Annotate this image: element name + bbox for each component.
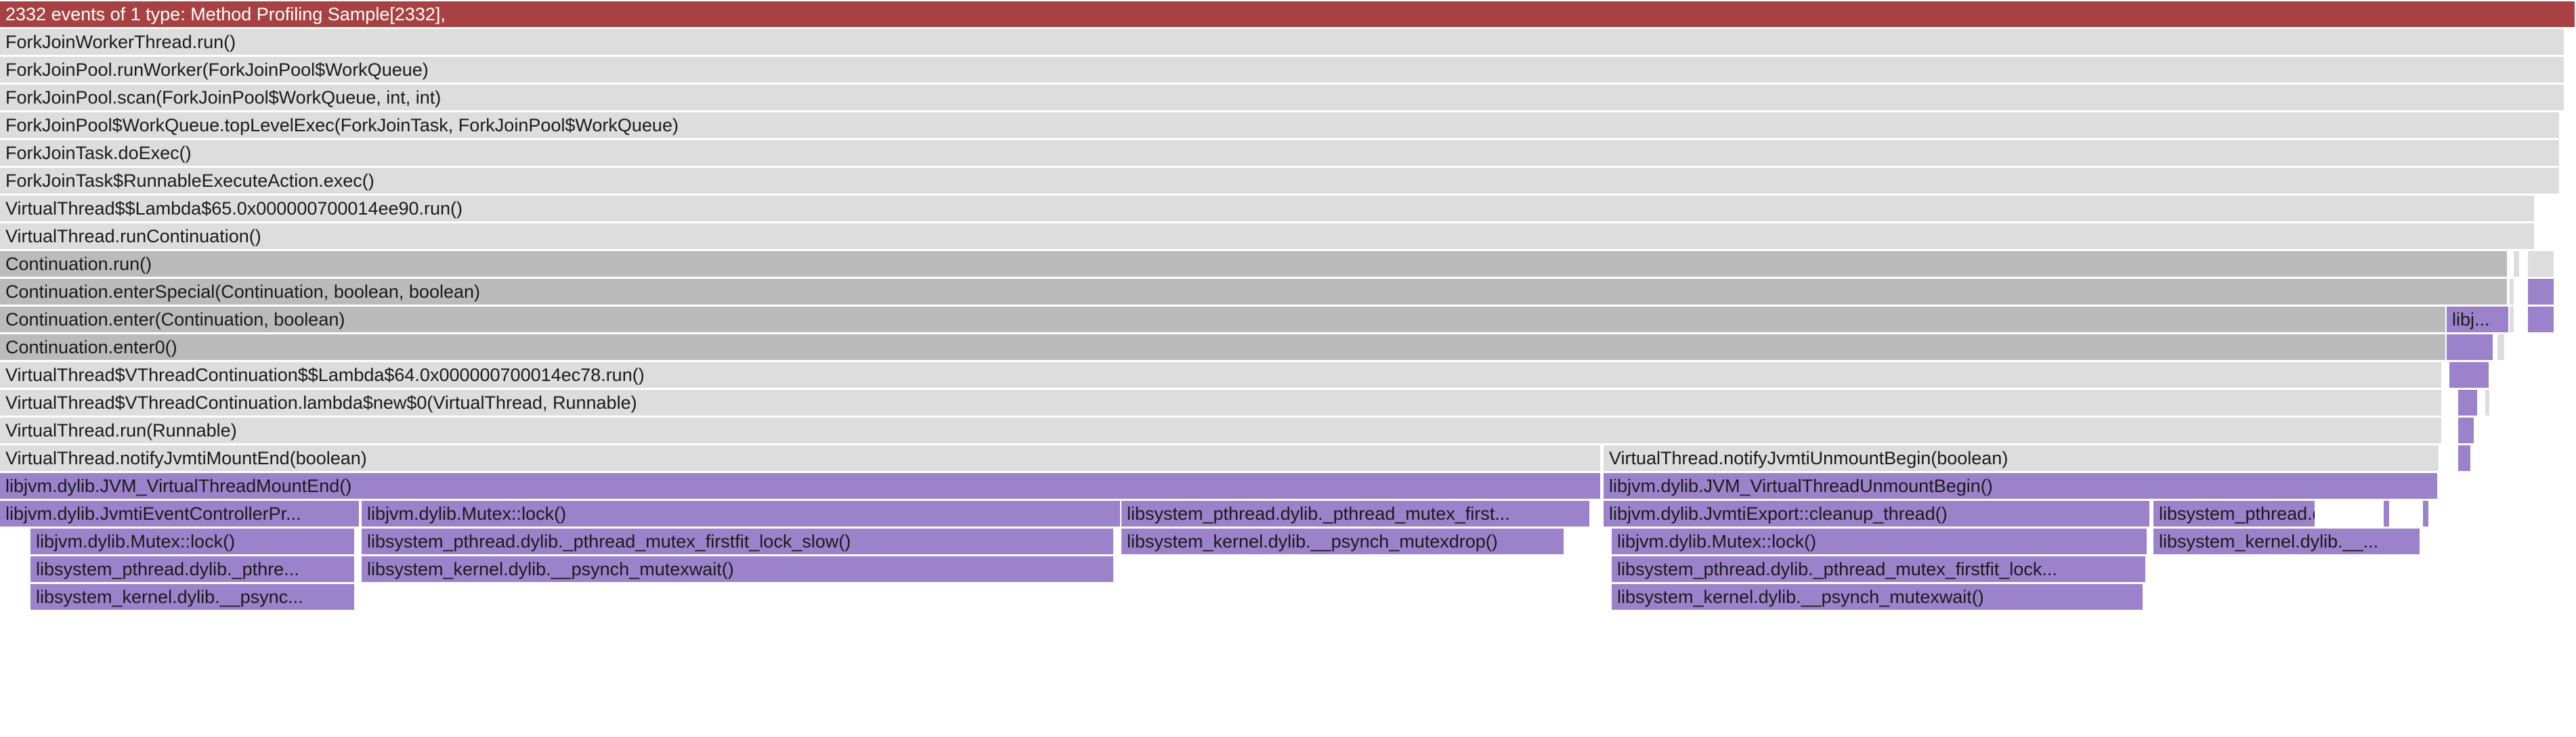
flame-frame[interactable]: libjvm.dylib.JVM_VirtualThreadMountEnd() — [0, 473, 1602, 499]
flame-frame[interactable]: libsystem_pthread.dylib._pthread_mutex_f… — [1612, 556, 2147, 582]
flame-frame[interactable]: VirtualThread$VThreadContinuation$$Lambd… — [0, 362, 2443, 388]
flame-frame[interactable] — [2447, 334, 2494, 360]
flame-frame[interactable]: libjvm.dylib.Mutex::lock() — [362, 501, 1121, 527]
flame-frame[interactable] — [2528, 251, 2555, 277]
flame-frame[interactable] — [2514, 251, 2520, 277]
flame-frame[interactable]: ForkJoinTask$RunnableExecuteAction.exec(… — [0, 168, 2560, 194]
flame-frame[interactable] — [2449, 362, 2490, 388]
flame-frame[interactable]: VirtualThread$VThreadContinuation.lambda… — [0, 390, 2443, 416]
flame-frame[interactable] — [2458, 390, 2478, 416]
flame-frame[interactable]: libsystem_pthread.dylib._pthre... — [30, 556, 356, 582]
flame-frame[interactable]: libj... — [2447, 307, 2510, 332]
flame-frame[interactable]: ForkJoinPool.runWorker(ForkJoinPool$Work… — [0, 57, 2565, 83]
flame-frame[interactable] — [2423, 501, 2430, 527]
flame-frame[interactable] — [2510, 279, 2515, 305]
flame-graph: 2332 events of 1 type: Method Profiling … — [0, 0, 2576, 737]
flame-frame[interactable] — [2458, 445, 2472, 471]
flame-frame[interactable] — [2384, 501, 2390, 527]
flame-frame[interactable]: Continuation.enterSpecial(Continuation, … — [0, 279, 2508, 305]
flame-frame[interactable]: libjvm.dylib.JvmtiExport::cleanup_thread… — [1604, 501, 2151, 527]
flame-frame[interactable] — [2485, 390, 2491, 416]
flame-frame[interactable] — [2458, 418, 2475, 443]
flame-frame[interactable]: ForkJoinTask.doExec() — [0, 140, 2560, 166]
flame-frame[interactable]: libsystem_pthread.dylib._pthread_mutex_f… — [362, 529, 1115, 554]
flame-frame[interactable]: libsystem_pthread.dylib.... — [2153, 501, 2316, 527]
flame-frame[interactable]: ForkJoinPool.scan(ForkJoinPool$WorkQueue… — [0, 85, 2565, 110]
flame-frame[interactable] — [2510, 307, 2515, 332]
flame-frame[interactable]: libsystem_kernel.dylib.__... — [2153, 529, 2421, 554]
flame-frame[interactable] — [2528, 279, 2555, 305]
flame-frame[interactable]: libsystem_kernel.dylib.__psynch_mutexwai… — [1612, 584, 2144, 610]
flame-frame[interactable] — [2497, 334, 2506, 360]
flame-frame[interactable]: libjvm.dylib.Mutex::lock() — [30, 529, 356, 554]
flame-frame[interactable]: libjvm.dylib.Mutex::lock() — [1612, 529, 2148, 554]
flame-frame[interactable]: Continuation.enter(Continuation, boolean… — [0, 307, 2447, 332]
flame-frame[interactable]: VirtualThread.notifyJvmtiUnmountBegin(bo… — [1604, 445, 2440, 471]
flame-frame[interactable]: ForkJoinPool$WorkQueue.topLevelExec(Fork… — [0, 112, 2560, 138]
flame-frame[interactable]: libsystem_kernel.dylib.__psynch_mutexdro… — [1121, 529, 1565, 554]
flame-frame[interactable]: ForkJoinWorkerThread.run() — [0, 29, 2565, 55]
flame-frame[interactable]: VirtualThread.notifyJvmtiMountEnd(boolea… — [0, 445, 1602, 471]
flame-frame[interactable]: Continuation.enter0() — [0, 334, 2447, 360]
flame-frame[interactable]: Continuation.run() — [0, 251, 2508, 277]
flame-frame[interactable]: libsystem_pthread.dylib._pthread_mutex_f… — [1121, 501, 1591, 527]
flame-frame[interactable]: libsystem_kernel.dylib.__psync... — [30, 584, 356, 610]
flame-frame[interactable]: VirtualThread$$Lambda$65.0x000000700014e… — [0, 196, 2535, 221]
flame-root-summary[interactable]: 2332 events of 1 type: Method Profiling … — [0, 1, 2576, 27]
flame-frame[interactable]: libsystem_kernel.dylib.__psynch_mutexwai… — [362, 556, 1115, 582]
flame-frame[interactable]: libjvm.dylib.JvmtiEventControllerPr... — [0, 501, 360, 527]
flame-frame[interactable] — [2528, 307, 2555, 332]
flame-frame[interactable]: VirtualThread.run(Runnable) — [0, 418, 2443, 443]
flame-frame[interactable]: libjvm.dylib.JVM_VirtualThreadUnmountBeg… — [1604, 473, 2439, 499]
flame-frame[interactable]: VirtualThread.runContinuation() — [0, 223, 2535, 249]
